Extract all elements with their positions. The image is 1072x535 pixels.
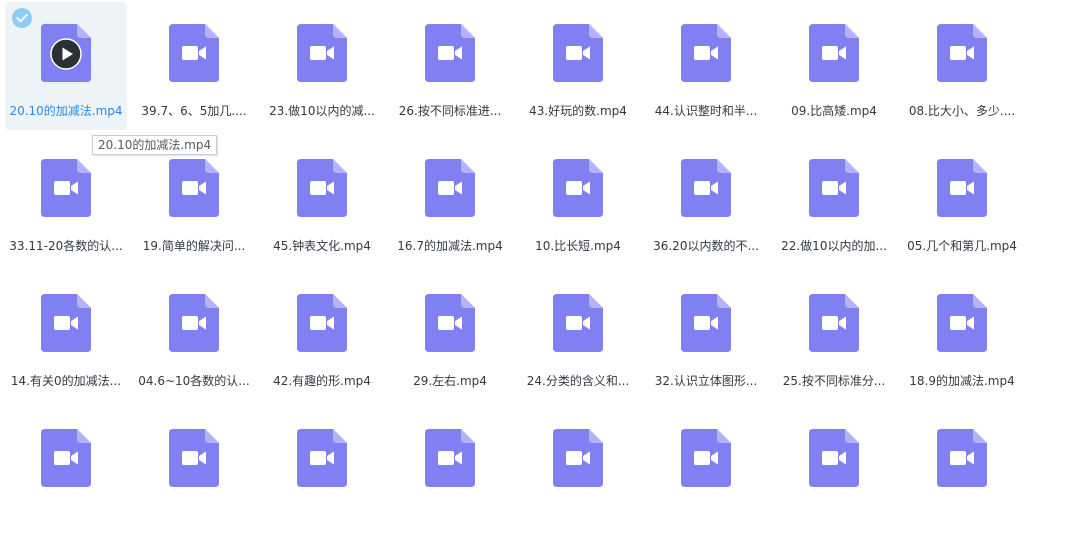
video-file-icon: [937, 24, 987, 82]
file-name: 16.7的加减法.mp4: [397, 239, 503, 253]
file-name: 45.钟表文化.mp4: [273, 239, 371, 253]
video-file-icon: [425, 159, 475, 217]
file-name: 10.比长短.mp4: [535, 239, 621, 253]
video-file-icon: [169, 159, 219, 217]
video-file-icon: [937, 294, 987, 352]
video-file-icon: [297, 159, 347, 217]
file-item[interactable]: [773, 407, 895, 535]
video-file-icon: [297, 429, 347, 487]
file-item[interactable]: 23.做10以内的减...: [261, 2, 383, 130]
file-item[interactable]: 05.几个和第几.mp4: [901, 137, 1023, 265]
check-circle-icon[interactable]: [12, 8, 32, 28]
file-name: 14.有关0的加减法...: [10, 374, 122, 388]
video-file-icon: [937, 159, 987, 217]
video-file-icon: [681, 24, 731, 82]
file-name: 39.7、6、5加几....: [141, 104, 247, 118]
file-item[interactable]: [645, 407, 767, 535]
file-item[interactable]: 20.10的加减法.mp4: [5, 2, 127, 130]
video-file-icon: [809, 24, 859, 82]
file-name: 29.左右.mp4: [413, 374, 487, 388]
file-item[interactable]: 33.11-20各数的认...: [5, 137, 127, 265]
file-name: 43.好玩的数.mp4: [529, 104, 627, 118]
video-file-icon: [809, 294, 859, 352]
file-item[interactable]: 16.7的加减法.mp4: [389, 137, 511, 265]
video-file-icon: [41, 429, 91, 487]
video-file-icon: [425, 24, 475, 82]
file-name: 24.分类的含义和...: [526, 374, 630, 388]
file-name: 22.做10以内的加...: [781, 239, 887, 253]
file-name: 23.做10以内的减...: [269, 104, 375, 118]
file-name: 32.认识立体图形...: [654, 374, 758, 388]
video-file-icon: [425, 294, 475, 352]
file-name: 44.认识整时和半...: [654, 104, 758, 118]
file-item[interactable]: 36.20以内数的不...: [645, 137, 767, 265]
file-item[interactable]: 44.认识整时和半...: [645, 2, 767, 130]
file-name: 42.有趣的形.mp4: [273, 374, 371, 388]
file-item[interactable]: 09.比高矮.mp4: [773, 2, 895, 130]
file-item[interactable]: 18.9的加减法.mp4: [901, 272, 1023, 400]
video-file-icon: [681, 159, 731, 217]
video-file-icon: [553, 294, 603, 352]
video-file-icon: [41, 159, 91, 217]
video-file-icon: [425, 429, 475, 487]
file-item[interactable]: [5, 407, 127, 535]
video-file-icon: [553, 159, 603, 217]
file-item[interactable]: 14.有关0的加减法...: [5, 272, 127, 400]
file-item[interactable]: 39.7、6、5加几....: [133, 2, 255, 130]
filename-tooltip: 20.10的加减法.mp4: [92, 135, 218, 155]
file-item[interactable]: 24.分类的含义和...: [517, 272, 639, 400]
video-file-icon: [681, 294, 731, 352]
file-item[interactable]: 04.6~10各数的认...: [133, 272, 255, 400]
video-file-icon: [169, 294, 219, 352]
video-file-icon: [41, 24, 91, 82]
file-name: 08.比大小、多少....: [908, 104, 1016, 118]
file-item[interactable]: [389, 407, 511, 535]
video-file-icon: [297, 294, 347, 352]
file-item[interactable]: 26.按不同标准进...: [389, 2, 511, 130]
file-name: 18.9的加减法.mp4: [909, 374, 1015, 388]
file-name: 20.10的加减法.mp4: [9, 104, 123, 118]
video-file-icon: [553, 429, 603, 487]
video-file-icon: [937, 429, 987, 487]
file-name: 25.按不同标准分...: [782, 374, 886, 388]
video-file-icon: [169, 429, 219, 487]
file-name: 26.按不同标准进...: [398, 104, 502, 118]
file-item[interactable]: [517, 407, 639, 535]
video-file-icon: [809, 429, 859, 487]
video-file-icon: [297, 24, 347, 82]
video-file-icon: [809, 159, 859, 217]
file-name: 36.20以内数的不...: [653, 239, 759, 253]
file-item[interactable]: [901, 407, 1023, 535]
video-file-icon: [41, 294, 91, 352]
play-icon[interactable]: [50, 38, 82, 70]
file-item[interactable]: 19.简单的解决问...: [133, 137, 255, 265]
file-item[interactable]: 32.认识立体图形...: [645, 272, 767, 400]
file-item[interactable]: [261, 407, 383, 535]
video-file-icon: [169, 24, 219, 82]
file-item[interactable]: 22.做10以内的加...: [773, 137, 895, 265]
file-name: 04.6~10各数的认...: [138, 374, 250, 388]
file-item[interactable]: [133, 407, 255, 535]
file-name: 33.11-20各数的认...: [9, 239, 123, 253]
file-item[interactable]: 29.左右.mp4: [389, 272, 511, 400]
file-name: 09.比高矮.mp4: [791, 104, 877, 118]
file-item[interactable]: 45.钟表文化.mp4: [261, 137, 383, 265]
file-grid: 20.10的加减法.mp4 39.7、6、5加几.... 23.做10以内的减...…: [0, 0, 1072, 487]
file-item[interactable]: 25.按不同标准分...: [773, 272, 895, 400]
file-item[interactable]: 43.好玩的数.mp4: [517, 2, 639, 130]
file-item[interactable]: 08.比大小、多少....: [901, 2, 1023, 130]
file-name: 05.几个和第几.mp4: [907, 239, 1017, 253]
video-file-icon: [553, 24, 603, 82]
file-item[interactable]: 10.比长短.mp4: [517, 137, 639, 265]
video-file-icon: [681, 429, 731, 487]
file-item[interactable]: 42.有趣的形.mp4: [261, 272, 383, 400]
file-name: 19.简单的解决问...: [142, 239, 246, 253]
